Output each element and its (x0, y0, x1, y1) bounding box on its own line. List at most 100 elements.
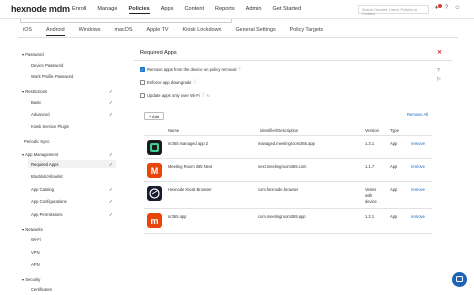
tabs-divider (18, 37, 458, 38)
app-version: 1.3.1 (365, 214, 375, 219)
sidebar-section-label: Password (25, 52, 44, 57)
sidebar-section-app-management[interactable]: ▾ App Management (22, 152, 58, 157)
sidebar-item-periodic-sync[interactable]: Periodic Sync (24, 139, 50, 144)
notification-badge (438, 4, 442, 8)
app-icon (147, 186, 162, 201)
table-divider (144, 181, 432, 182)
sidebar-item-advanced[interactable]: Advanced (31, 112, 50, 117)
app-name: Hexnode Kiosk Browser (168, 187, 212, 192)
sidebar-item-basic[interactable]: Basic (31, 100, 41, 105)
sidebar-section-networks[interactable]: ▾ Networks (22, 227, 43, 232)
info-icon[interactable]: ⓘ (193, 80, 197, 85)
sidebar-item-apn[interactable]: APN (31, 262, 40, 267)
sidebar-item-vpn[interactable]: VPN (31, 250, 40, 255)
checkbox[interactable] (140, 93, 145, 98)
app-type: App (390, 164, 398, 169)
app-version: 1.3.1 (365, 141, 375, 146)
sidebar-item-work-profile-password[interactable]: Work Profile Password (31, 74, 73, 79)
refresh-icon[interactable]: ↻ (207, 93, 210, 98)
nav-reports[interactable]: Reports (215, 6, 235, 14)
remove-link[interactable]: remove (411, 187, 425, 192)
option-remove-on-policy-removal[interactable]: ✓ Remove apps from the device on policy … (140, 67, 242, 72)
nav-manage[interactable]: Manage (97, 6, 117, 14)
checkbox[interactable] (140, 80, 145, 85)
check-icon: ✓ (109, 100, 113, 105)
app-identifier: next.meetingroom365.com (258, 164, 307, 169)
option-label: Enforce app downgrade (147, 80, 192, 85)
app-type: App (390, 214, 398, 219)
option-label: Remove apps from the device on policy re… (147, 67, 237, 72)
app-name: nr365 app (168, 214, 187, 219)
sidebar-section-label: App Management (25, 152, 59, 157)
info-icon[interactable]: ⓘ (238, 67, 242, 72)
main-nav: Enroll Manage Policies Apps Content Repo… (72, 6, 312, 14)
sidebar-item-required-apps[interactable]: Required Apps (31, 162, 58, 167)
panel-title: Required Apps (140, 50, 177, 56)
global-search-input[interactable]: Search Devices, Users, Policies or Conte… (358, 5, 429, 16)
add-app-button[interactable]: + Add (144, 112, 164, 120)
panel-header-divider (134, 60, 452, 61)
nav-apps[interactable]: Apps (161, 6, 174, 14)
tab-ios[interactable]: iOS (23, 27, 32, 36)
option-update-over-wifi[interactable]: Update apps only over Wi-Fi ⓘ ↻ (140, 93, 210, 98)
sidebar-item-app-catalog[interactable]: App Catalog (31, 187, 54, 192)
app-identifier: com.hexnode.browser (258, 187, 299, 192)
help-icon[interactable]: ? (443, 5, 450, 12)
nav-enroll[interactable]: Enroll (72, 6, 86, 14)
remove-link[interactable]: remove (411, 214, 425, 219)
tab-kiosk-lockdown[interactable]: Kiosk Lockdown (183, 27, 222, 36)
tab-apple-tv[interactable]: Apple TV (146, 27, 168, 36)
svg-text:m: m (150, 216, 158, 226)
app-identifier: managed.meetingroom365.app (258, 141, 315, 146)
nav-admin[interactable]: Admin (246, 6, 262, 14)
tab-android[interactable]: Android (46, 27, 65, 36)
sidebar-item-app-permissions[interactable]: App Permissions (31, 212, 62, 217)
remove-link[interactable]: remove (411, 141, 425, 146)
info-icon[interactable]: ⓘ (201, 93, 205, 98)
hexnode-logo[interactable]: hexnode mdm (11, 4, 70, 14)
remove-link[interactable]: remove (411, 164, 425, 169)
chat-icon (456, 276, 463, 282)
column-header-type: Type (390, 128, 400, 133)
play-icon[interactable]: ▷ (437, 76, 441, 82)
user-icon[interactable]: ☺ (454, 5, 461, 12)
app-name: nr365 managed app 2 (168, 141, 209, 146)
checkbox-checked[interactable]: ✓ (140, 67, 145, 72)
tab-macos[interactable]: macOS (114, 27, 132, 36)
column-header-identifier: Identifier/Description (260, 128, 299, 133)
sidebar-section-password[interactable]: ▾ Password (22, 52, 44, 57)
sidebar-item-certificates[interactable]: Certificates (31, 287, 52, 292)
nav-get-started[interactable]: Get Started (272, 6, 301, 14)
sidebar-item-device-password[interactable]: Device Password (31, 63, 63, 68)
app-name: Meeting Room 365 Next (168, 164, 213, 169)
column-header-version: Version (365, 128, 379, 133)
option-enforce-app-downgrade[interactable]: Enforce app downgrade ⓘ (140, 80, 197, 85)
tab-windows[interactable]: Windows (79, 27, 101, 36)
tab-general-settings[interactable]: General Settings (235, 27, 275, 36)
sidebar-item-wifi[interactable]: Wi-Fi (31, 237, 41, 242)
sidebar-item-blocklist-allowlist[interactable]: Blocklist/Allowlist (31, 174, 63, 179)
close-icon[interactable]: ✕ (437, 49, 442, 56)
app-icon (147, 140, 162, 155)
sidebar-item-kiosk-service-plugin[interactable]: Kiosk Service Plugin (31, 124, 69, 129)
check-icon: ✓ (109, 112, 113, 117)
top-navbar: hexnode mdm Enroll Manage Policies Apps … (0, 0, 474, 19)
help-circle-icon[interactable]: ? (437, 68, 440, 74)
check-icon: ✓ (109, 89, 113, 94)
app-icon: M (147, 163, 162, 178)
nav-content[interactable]: Content (184, 6, 204, 14)
tab-policy-targets[interactable]: Policy Targets (290, 27, 323, 36)
sidebar-item-app-configurations[interactable]: App Configurations (31, 199, 67, 204)
sidebar-section-security[interactable]: ▾ Security (22, 277, 40, 282)
remove-all-link[interactable]: Remove All (407, 112, 428, 117)
check-icon: ✓ (109, 212, 113, 217)
table-divider (144, 135, 432, 136)
app-version-line: Varies (365, 187, 377, 192)
app-type: App (390, 187, 398, 192)
app-version: 1.1.7 (365, 164, 375, 169)
sidebar-section-restrictions[interactable]: ▾ Restrictions (22, 89, 47, 94)
nav-policies[interactable]: Policies (128, 6, 150, 14)
table-divider (144, 233, 432, 234)
chat-support-button[interactable] (452, 272, 467, 287)
sidebar-section-label: Restrictions (25, 89, 48, 94)
